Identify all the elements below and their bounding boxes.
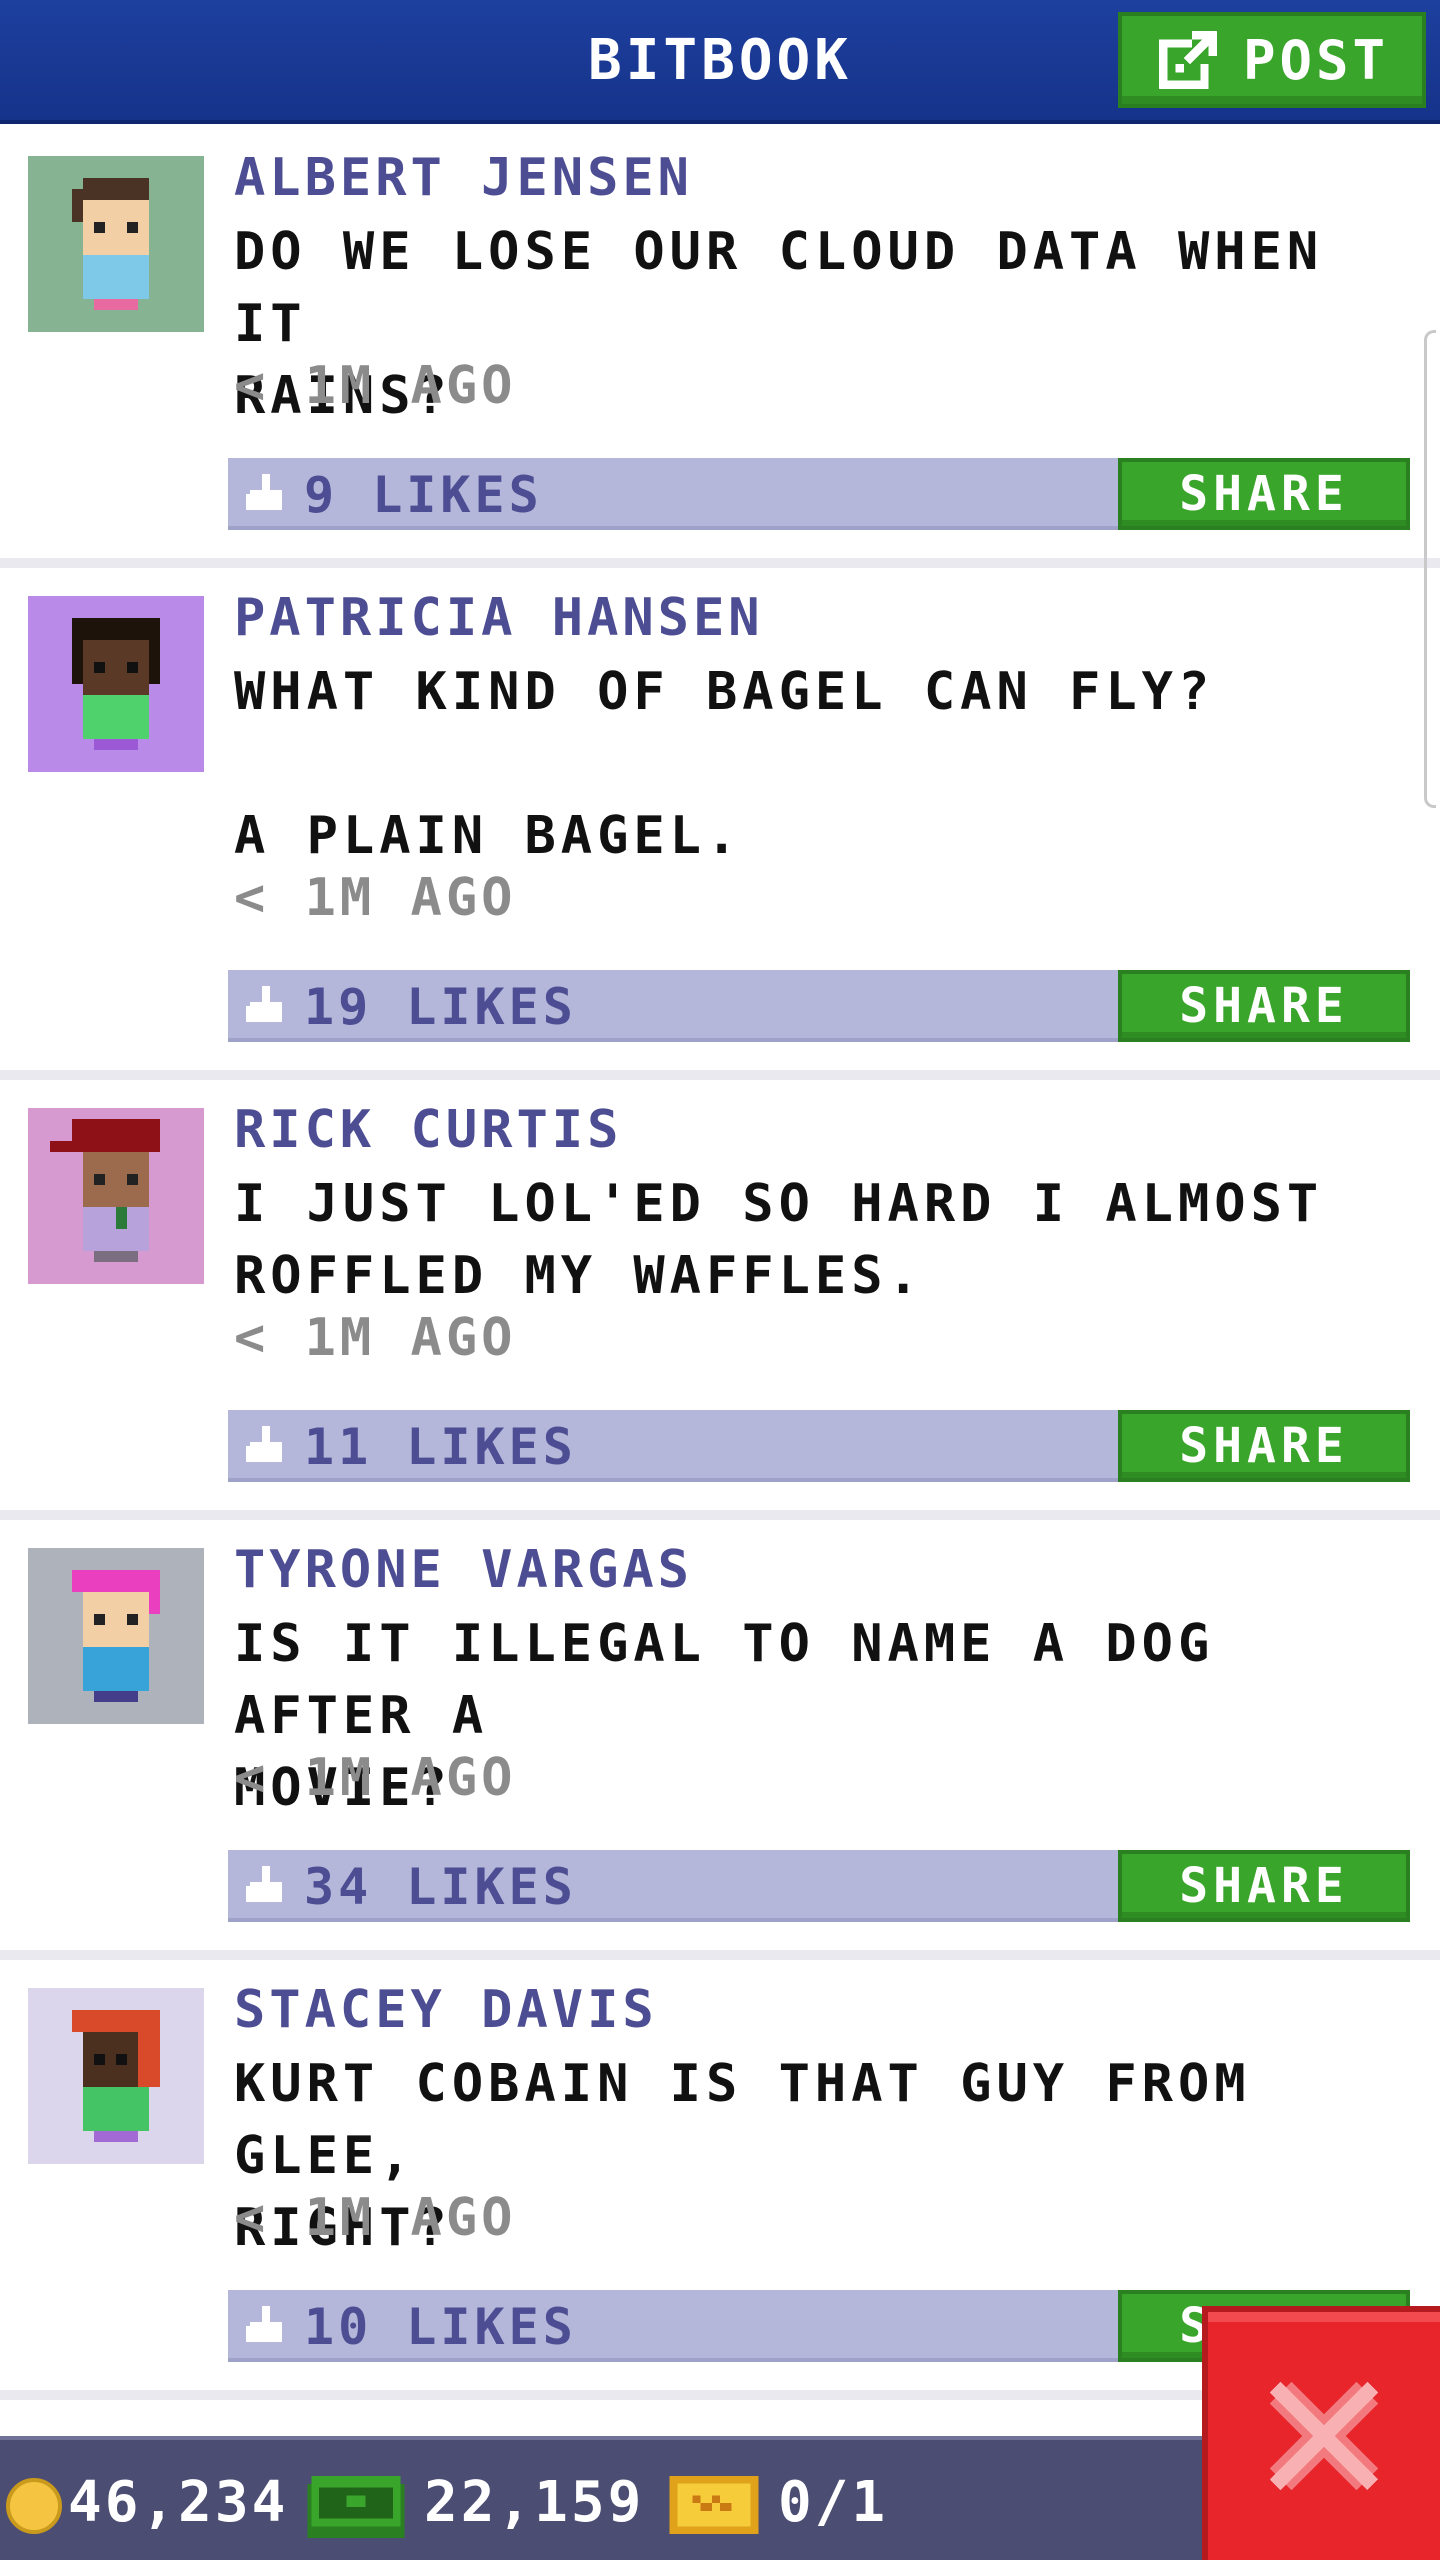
news-feed[interactable]: ALBERT JENSEN DO WE LOSE OUR CLOUD DATA … bbox=[0, 128, 1440, 2400]
post-author[interactable]: PATRICIA HANSEN bbox=[234, 588, 764, 648]
post-text: I JUST LOL'ED SO HARD I ALMOST ROFFLED M… bbox=[234, 1174, 1324, 1306]
post-text: WHAT KIND OF BAGEL CAN FLY? A PLAIN BAGE… bbox=[234, 662, 1215, 866]
like-count: 19 LIKES bbox=[304, 978, 577, 1036]
post-author[interactable]: RICK CURTIS bbox=[234, 1100, 622, 1160]
like-icon bbox=[246, 1866, 282, 1902]
coin-icon bbox=[6, 2478, 62, 2534]
share-button[interactable]: SHARE bbox=[1118, 970, 1410, 1042]
post-time: < 1M AGO bbox=[234, 868, 517, 928]
bux-count: 22,159 bbox=[424, 2470, 645, 2535]
feed-post: TYRONE VARGAS IS IT ILLEGAL TO NAME A DO… bbox=[0, 1520, 1440, 1960]
post-button-label: POST bbox=[1242, 28, 1390, 92]
like-count: 11 LIKES bbox=[304, 1418, 577, 1476]
post-button[interactable]: POST bbox=[1118, 12, 1426, 108]
post-author[interactable]: STACEY DAVIS bbox=[234, 1980, 658, 2040]
like-icon bbox=[246, 474, 282, 510]
like-bar[interactable]: 19 LIKES SHARE bbox=[228, 970, 1410, 1042]
like-icon bbox=[246, 2306, 282, 2342]
like-icon bbox=[246, 1426, 282, 1462]
avatar bbox=[28, 1108, 204, 1284]
ticket-count: 0/1 bbox=[778, 2470, 889, 2535]
bux-icon bbox=[307, 2476, 405, 2538]
like-bar[interactable]: 11 LIKES SHARE bbox=[228, 1410, 1410, 1482]
avatar bbox=[28, 1988, 204, 2164]
feed-post: ALBERT JENSEN DO WE LOSE OUR CLOUD DATA … bbox=[0, 128, 1440, 568]
like-bar[interactable]: 34 LIKES SHARE bbox=[228, 1850, 1410, 1922]
close-icon bbox=[1269, 2381, 1379, 2491]
coin-count: 46,234 bbox=[68, 2470, 289, 2535]
avatar bbox=[28, 596, 204, 772]
post-author[interactable]: TYRONE VARGAS bbox=[234, 1540, 693, 1600]
feed-post: PATRICIA HANSEN WHAT KIND OF BAGEL CAN F… bbox=[0, 568, 1440, 1080]
like-count: 34 LIKES bbox=[304, 1858, 577, 1916]
scroll-indicator[interactable] bbox=[1424, 330, 1436, 808]
share-button[interactable]: SHARE bbox=[1118, 1410, 1410, 1482]
like-bar[interactable]: 9 LIKES SHARE bbox=[228, 458, 1410, 530]
share-button[interactable]: SHARE bbox=[1118, 1850, 1410, 1922]
compose-icon bbox=[1159, 31, 1217, 89]
post-time: < 1M AGO bbox=[234, 356, 517, 416]
post-time: < 1M AGO bbox=[234, 2188, 517, 2248]
app-header: BITBOOK POST bbox=[0, 0, 1440, 124]
avatar bbox=[28, 156, 204, 332]
post-time: < 1M AGO bbox=[234, 1308, 517, 1368]
ticket-icon bbox=[669, 2476, 759, 2534]
post-time: < 1M AGO bbox=[234, 1748, 517, 1808]
like-count: 10 LIKES bbox=[304, 2298, 577, 2356]
share-button[interactable]: SHARE bbox=[1118, 458, 1410, 530]
feed-post: RICK CURTIS I JUST LOL'ED SO HARD I ALMO… bbox=[0, 1080, 1440, 1520]
post-author[interactable]: ALBERT JENSEN bbox=[234, 148, 693, 208]
like-icon bbox=[246, 986, 282, 1022]
like-count: 9 LIKES bbox=[304, 466, 543, 524]
avatar bbox=[28, 1548, 204, 1724]
close-button[interactable] bbox=[1202, 2306, 1440, 2560]
